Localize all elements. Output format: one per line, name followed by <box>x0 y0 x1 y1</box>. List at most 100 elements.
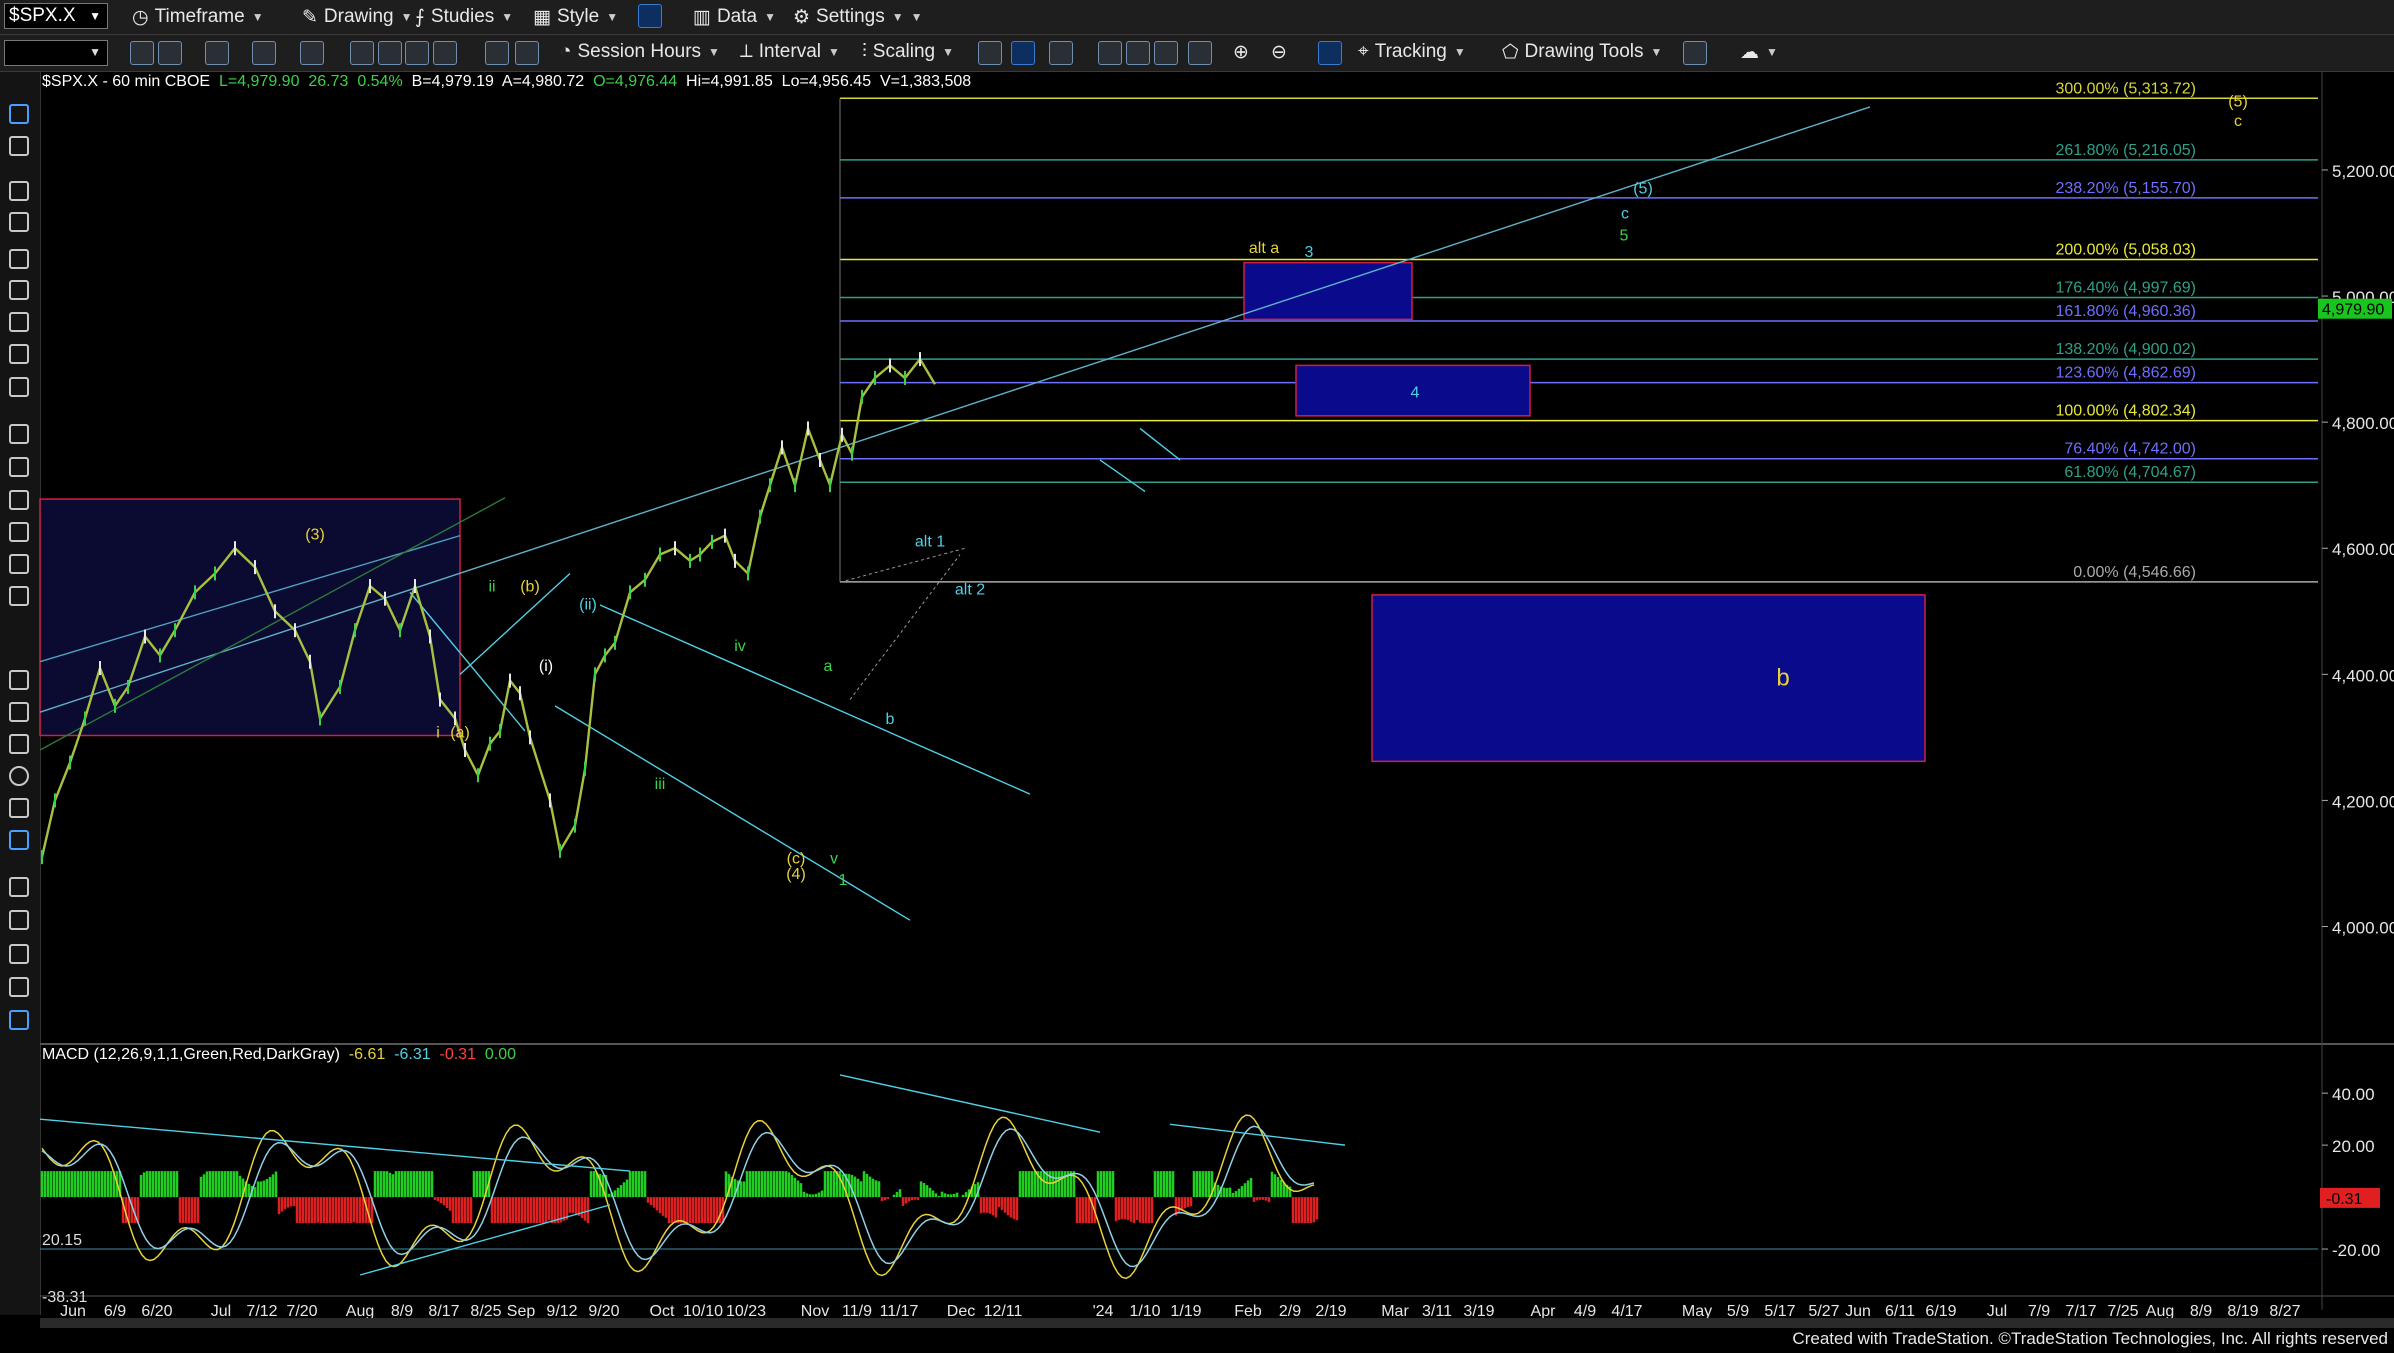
wave-label: 4 <box>1411 385 1420 402</box>
horizontal-line-tool-icon[interactable] <box>9 249 29 269</box>
tool-icon-1[interactable] <box>130 41 154 65</box>
wave-label: v <box>830 850 838 867</box>
price-axis-tick-label: 4,000.00 <box>2332 919 2394 938</box>
fib-extension-tool-icon[interactable] <box>9 457 29 477</box>
wave-label: alt 2 <box>955 581 985 598</box>
chart-type-icon-2[interactable] <box>1011 41 1035 65</box>
drawing-menu[interactable]: ✎ Drawing ▼ <box>302 4 413 30</box>
dotted-projection-line <box>849 554 961 700</box>
fib-level-label: 161.80% (4,960.36) <box>2055 303 2196 320</box>
chat-icon[interactable]: ☁ ▼ <box>1740 39 1778 65</box>
pitchfork-tool-icon[interactable] <box>9 554 29 574</box>
secondary-toolbar: ▼ ◔ Session Hours ▼ ⟂ Interval ▼ ⫶ Scaling ▼ ⊕… <box>0 35 2394 72</box>
macd-trend-line <box>39 1118 631 1172</box>
target-box <box>1371 594 1926 763</box>
chart-type-icon-1[interactable] <box>978 41 1002 65</box>
price-chart[interactable]: 300.00% (5,313.72) 261.80% (5,216.05) 238.… <box>0 0 2394 1353</box>
fib-tool-icon[interactable] <box>9 424 29 444</box>
workspace-select[interactable]: ▼ <box>4 40 108 66</box>
tool-icon-4[interactable] <box>252 41 276 65</box>
studies-menu[interactable]: ⨍ Studies ▼ <box>415 4 513 30</box>
arrow-down-tool-icon[interactable] <box>9 702 29 722</box>
fib-level-label: 100.00% (4,802.34) <box>2055 403 2196 420</box>
zoom-icon-1[interactable] <box>1098 41 1122 65</box>
wave-label: c <box>1621 206 1629 223</box>
tool-icon-11[interactable] <box>515 41 539 65</box>
annotation-tool-icon[interactable] <box>9 1010 29 1030</box>
wave-label: b <box>886 711 895 728</box>
trend-line <box>39 534 461 663</box>
wave-label: (4) <box>786 866 806 883</box>
eraser-tool-icon[interactable] <box>9 910 29 930</box>
macd-axis-tick-label: -20.00 <box>2332 1241 2380 1260</box>
gann-tool-icon[interactable] <box>9 344 29 364</box>
layout-icon[interactable] <box>638 4 662 28</box>
regression-tool-icon[interactable] <box>9 377 29 397</box>
wave-label: 1 <box>839 872 848 889</box>
wave-label: alt 1 <box>915 533 945 550</box>
arc-tool-icon[interactable] <box>9 670 29 690</box>
style-menu[interactable]: ▦ Style ▼ <box>533 4 618 30</box>
price-axis-tick-label: 4,600.00 <box>2332 540 2394 559</box>
grid-icon[interactable] <box>1318 41 1342 65</box>
collapse-tool-icon[interactable] <box>9 944 29 964</box>
trendline-tool-icon[interactable] <box>9 181 29 201</box>
main-toolbar: $SPX.X ▼ ◷ Timeframe ▼ ✎ Drawing ▼ ⨍ Studies ▼ … <box>0 0 2394 35</box>
fib-time-tool-icon[interactable] <box>9 490 29 510</box>
gear-icon: ⚙ <box>793 6 811 28</box>
vertical-line-tool-icon[interactable] <box>9 280 29 300</box>
pointer-tool-icon[interactable] <box>9 104 29 124</box>
zoom-icon-2[interactable] <box>1126 41 1150 65</box>
timeframe-menu[interactable]: ◷ Timeframe ▼ <box>132 4 264 30</box>
scaling-menu[interactable]: ⫶ Scaling ▼ <box>862 39 954 65</box>
chart-type-icon-3[interactable] <box>1049 41 1073 65</box>
zoom-icon-3[interactable] <box>1154 41 1178 65</box>
arrow-up-tool-icon[interactable] <box>9 734 29 754</box>
macd-trend-line <box>1169 1123 1346 1146</box>
horizontal-scrollbar[interactable] <box>40 1318 2394 1328</box>
macd-left-label: -38.31 <box>42 1289 87 1306</box>
channel-tool-icon[interactable] <box>9 312 29 332</box>
highlighter-tool-icon[interactable] <box>9 977 29 997</box>
price-axis-tick-label: 5,200.00 <box>2332 162 2394 181</box>
macd-axis-tick-label: 20.00 <box>2332 1137 2375 1156</box>
zoom-in-icon[interactable]: ⊕ <box>1233 39 1249 65</box>
interval-menu[interactable]: ⟂ Interval ▼ <box>740 39 840 65</box>
ray-tool-icon[interactable] <box>9 212 29 232</box>
wave-label: iv <box>734 638 746 655</box>
tool-icon-5[interactable] <box>300 41 324 65</box>
drawing-tools-menu[interactable]: ⬠ Drawing Tools ▼ <box>1502 39 1662 65</box>
symbol-input[interactable]: $SPX.X ▼ <box>4 3 108 29</box>
data-menu[interactable]: ▥ Data ▼ <box>693 4 776 30</box>
tracking-menu[interactable]: ⌖ Tracking ▼ <box>1358 39 1466 65</box>
crosshair-tool-icon[interactable] <box>9 136 29 156</box>
tool-icon-7[interactable] <box>378 41 402 65</box>
tool-icon-3[interactable] <box>205 41 229 65</box>
target-box <box>1243 261 1413 321</box>
macd-current-badge <box>2320 1187 2380 1208</box>
fib-arc-tool-icon[interactable] <box>9 522 29 542</box>
tool-icon-8[interactable] <box>405 41 429 65</box>
tool-icon-9[interactable] <box>433 41 457 65</box>
price-line <box>40 356 937 858</box>
ellipse-tool-icon[interactable] <box>9 766 29 786</box>
text-tool-icon[interactable] <box>9 830 29 850</box>
rectangle-tool-icon[interactable] <box>9 798 29 818</box>
split-icon[interactable] <box>1188 41 1212 65</box>
settings-menu[interactable]: ⚙ Settings ▼ ▼ <box>793 4 922 30</box>
macd-signal-line <box>41 1125 1315 1268</box>
export-icon[interactable] <box>1683 41 1707 65</box>
studies-icon: ⨍ <box>415 6 425 28</box>
zoom-out-icon[interactable]: ⊖ <box>1271 39 1287 65</box>
last-price-badge <box>2318 298 2392 319</box>
pen-tool-icon[interactable] <box>9 877 29 897</box>
wave-label: (b) <box>520 579 540 596</box>
trend-line <box>599 604 1031 795</box>
tool-icon-10[interactable] <box>485 41 509 65</box>
tool-icon-6[interactable] <box>350 41 374 65</box>
speed-lines-tool-icon[interactable] <box>9 586 29 606</box>
macd-axis-tick-label: 40.00 <box>2332 1085 2375 1104</box>
session-hours-menu[interactable]: ◔ Session Hours ▼ <box>560 39 720 65</box>
macd-info-line: MACD (12,26,9,1,1,Green,Red,DarkGray) -6… <box>42 1046 516 1063</box>
tool-icon-2[interactable] <box>158 41 182 65</box>
